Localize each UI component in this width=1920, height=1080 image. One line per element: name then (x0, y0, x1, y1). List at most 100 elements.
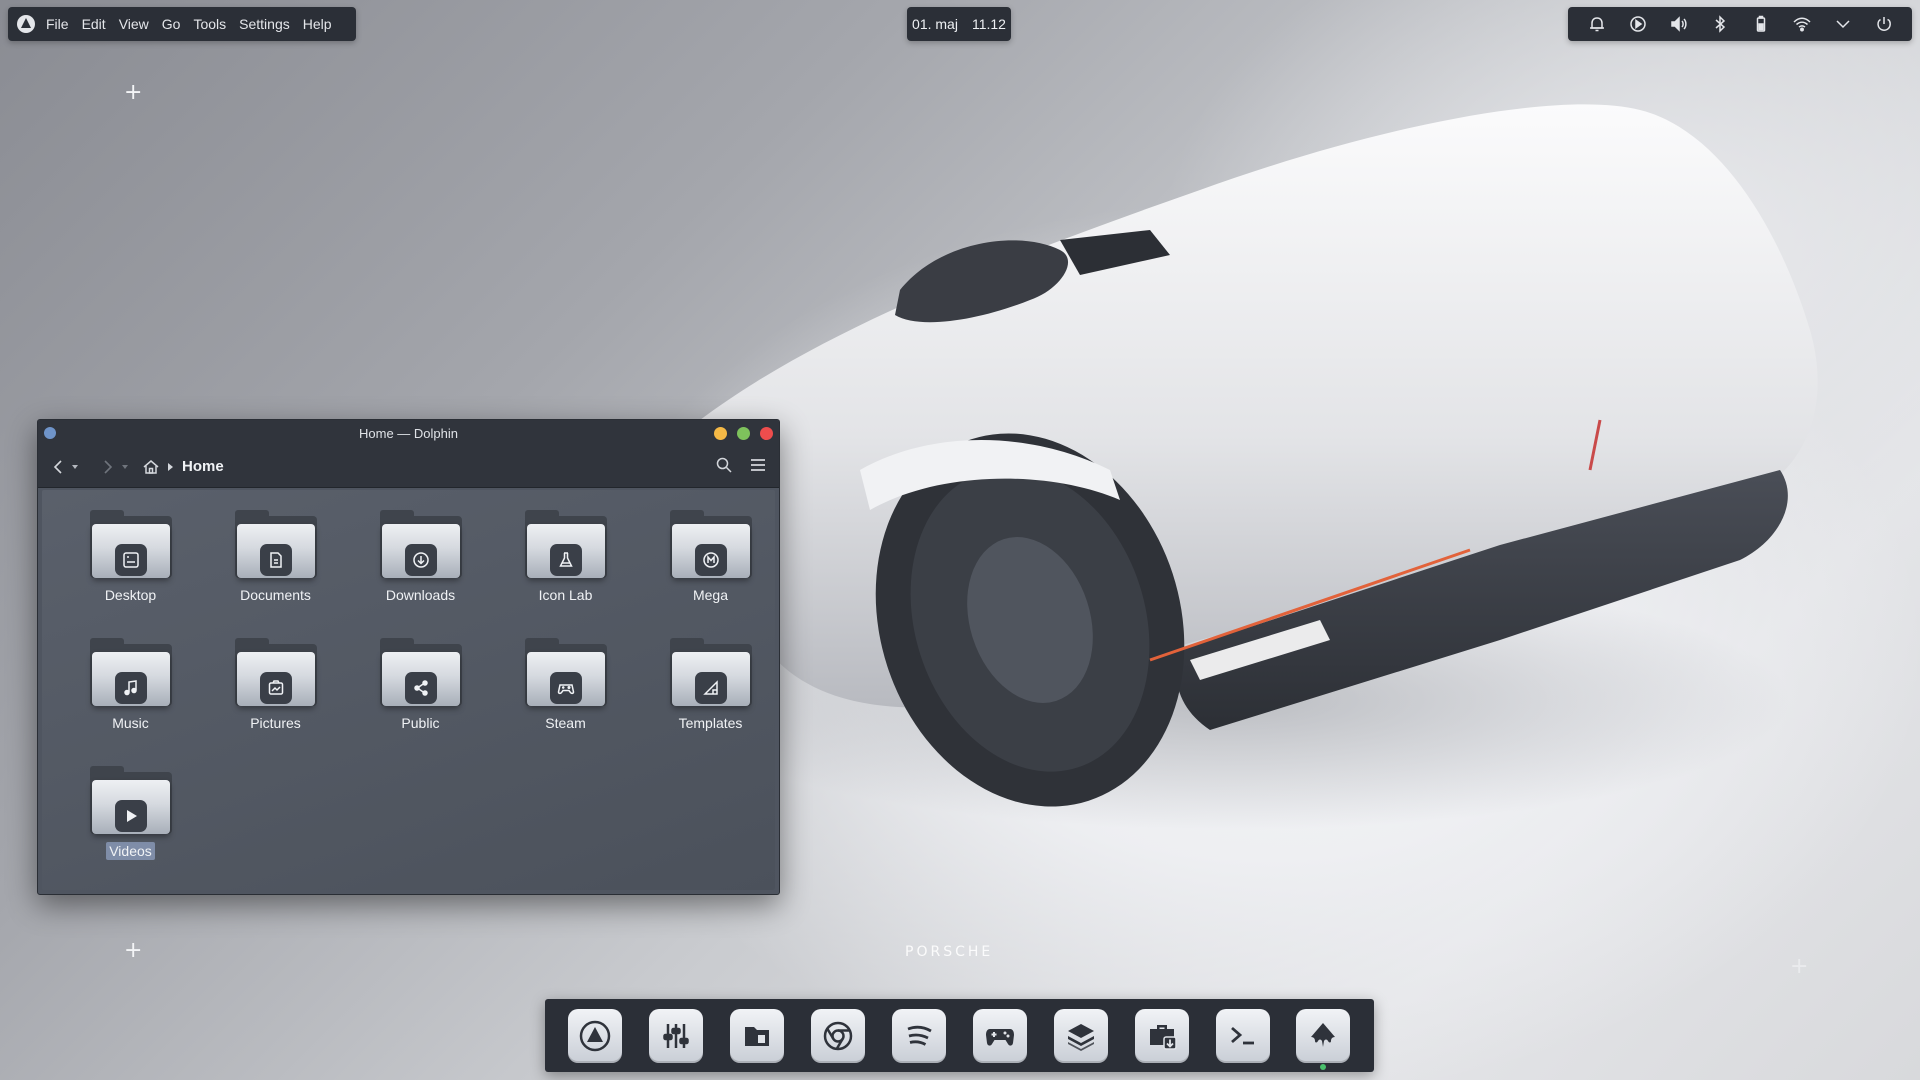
forward-history-chevron-icon[interactable] (120, 462, 130, 472)
music-note-icon (114, 672, 147, 704)
wallpaper-brand: PORSCHE (905, 944, 994, 960)
folder-documents[interactable]: Documents (203, 510, 348, 638)
folder-label: Desktop (104, 587, 157, 603)
menu-tools[interactable]: Tools (193, 16, 226, 32)
dock-chrome-icon[interactable] (811, 1008, 866, 1063)
template-icon (694, 672, 727, 704)
dock-inkscape-icon[interactable] (1296, 1008, 1351, 1070)
dock-gamepad-icon[interactable] (972, 1008, 1027, 1063)
folder-label: Mega (692, 587, 729, 603)
folder-icon (379, 510, 462, 582)
dock-mixer-icon[interactable] (649, 1008, 704, 1063)
wifi-icon[interactable] (1790, 12, 1814, 36)
dock-file-manager-icon[interactable] (730, 1008, 785, 1063)
power-icon[interactable] (1872, 12, 1896, 36)
clock-widget[interactable]: 01. maj 11.12 (907, 7, 1011, 41)
folder-icon (669, 638, 752, 710)
folder-icon (89, 510, 172, 582)
picture-icon (259, 672, 292, 704)
dolphin-window: Home — Dolphin Home Desktop Documents Do… (37, 419, 780, 895)
system-logo-icon[interactable] (16, 14, 36, 34)
bluetooth-icon[interactable] (1708, 12, 1732, 36)
folder-videos[interactable]: Videos (58, 766, 203, 894)
dock-terminal-icon[interactable] (1215, 1008, 1270, 1063)
flask-icon (549, 544, 582, 576)
dock-layers-icon[interactable] (1053, 1008, 1108, 1063)
folder-label: Steam (545, 715, 586, 731)
menu-settings[interactable]: Settings (239, 16, 290, 32)
dock-package-install-icon[interactable] (1134, 1008, 1189, 1063)
battery-icon[interactable] (1749, 12, 1773, 36)
window-menu-icon[interactable] (44, 427, 56, 439)
menu-help[interactable]: Help (303, 16, 332, 32)
volume-icon[interactable] (1667, 12, 1691, 36)
folder-desktop[interactable]: Desktop (58, 510, 203, 638)
gamepad-icon (549, 672, 582, 704)
close-button[interactable] (760, 427, 773, 440)
running-indicator (1320, 1063, 1327, 1070)
desktop-icon (114, 544, 147, 576)
back-icon[interactable] (50, 458, 66, 476)
folder-icon (234, 510, 317, 582)
folder-label: Videos (106, 842, 155, 860)
play-icon[interactable] (1626, 12, 1650, 36)
folder-label: Documents (240, 587, 311, 603)
folder-public[interactable]: Public (348, 638, 493, 766)
clock-time: 11.12 (971, 16, 1006, 32)
forward-icon[interactable] (100, 458, 116, 476)
hamburger-menu-icon[interactable] (749, 456, 767, 478)
folder-label: Music (112, 715, 149, 731)
clock-date: 01. maj (912, 16, 958, 32)
folder-label: Pictures (250, 715, 301, 731)
folder-icon (669, 510, 752, 582)
folder-mega[interactable]: Mega (638, 510, 779, 638)
desktop-corner-marker: + (124, 80, 143, 105)
search-icon[interactable] (715, 456, 733, 478)
folder-icon (379, 638, 462, 710)
menu-edit[interactable]: Edit (82, 16, 106, 32)
play-icon (114, 800, 147, 832)
window-title: Home — Dolphin (359, 425, 458, 441)
folder-label: Downloads (385, 587, 456, 603)
folder-icon (89, 638, 172, 710)
window-toolbar: Home (38, 446, 779, 488)
share-icon (404, 672, 437, 704)
system-tray (1568, 7, 1912, 41)
folder-icon (524, 638, 607, 710)
folder-label: Templates (678, 715, 743, 731)
folder-label: Public (401, 715, 440, 731)
folder-downloads[interactable]: Downloads (348, 510, 493, 638)
folder-icon (234, 638, 317, 710)
desktop-corner-marker: + (1790, 954, 1809, 979)
back-history-chevron-icon[interactable] (70, 462, 80, 472)
desktop-corner-marker: + (124, 938, 143, 963)
top-menubar: File Edit View Go Tools Settings Help (8, 7, 356, 41)
dock-system-logo-icon[interactable] (568, 1008, 623, 1063)
menu-view[interactable]: View (119, 16, 149, 32)
folder-label: Icon Lab (538, 587, 593, 603)
menu-file[interactable]: File (46, 16, 69, 32)
folder-music[interactable]: Music (58, 638, 203, 766)
folder-icon (89, 766, 172, 838)
breadcrumb-home[interactable]: Home (182, 458, 224, 475)
breadcrumb-separator-icon (166, 457, 174, 476)
folder-steam[interactable]: Steam (493, 638, 638, 766)
home-icon[interactable] (142, 458, 160, 476)
document-icon (259, 544, 292, 576)
window-titlebar[interactable]: Home — Dolphin (38, 420, 779, 446)
folder-grid: Desktop Documents Downloads Icon Lab Meg… (58, 510, 779, 894)
maximize-button[interactable] (737, 427, 750, 440)
app-dock (545, 999, 1374, 1072)
minimize-button[interactable] (714, 427, 727, 440)
folder-pictures[interactable]: Pictures (203, 638, 348, 766)
folder-icon (524, 510, 607, 582)
alarm-icon[interactable] (1585, 12, 1609, 36)
mega-icon (694, 544, 727, 576)
folder-templates[interactable]: Templates (638, 638, 779, 766)
download-icon (404, 544, 437, 576)
chevron-down-icon[interactable] (1831, 12, 1855, 36)
dock-spotify-icon[interactable] (892, 1008, 946, 1063)
file-view[interactable]: Desktop Documents Downloads Icon Lab Meg… (42, 490, 775, 890)
menu-go[interactable]: Go (162, 16, 181, 32)
folder-icon-lab[interactable]: Icon Lab (493, 510, 638, 638)
